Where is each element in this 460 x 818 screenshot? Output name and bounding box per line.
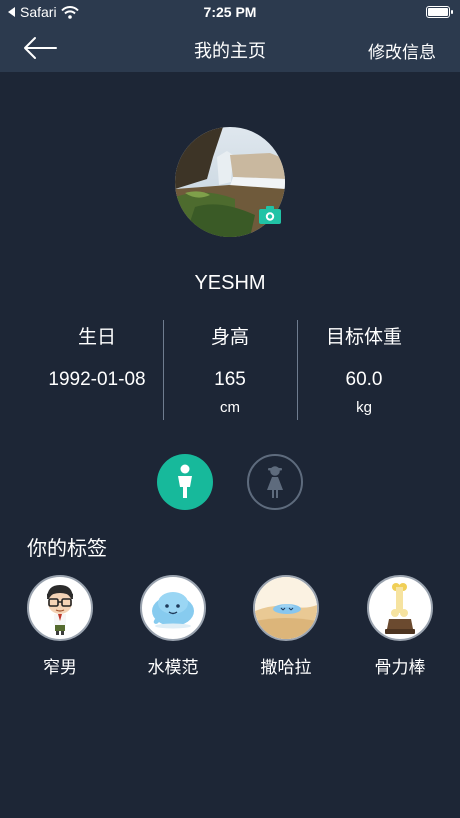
stat-label: 目标体重 (325, 327, 402, 348)
stat-value: 1992-01-08 (48, 369, 146, 390)
nav-bar: 我的主页 修改信息 (0, 24, 460, 72)
stat-value: 60.0 (345, 369, 383, 390)
stat-unit: cm (220, 399, 240, 416)
stat-label: 身高 (210, 327, 249, 348)
camera-icon[interactable] (258, 205, 282, 225)
tag-item[interactable]: 撒哈拉 (241, 575, 331, 678)
stat-birthday: 生日 1992-01-08 (30, 320, 164, 391)
battery-icon (426, 6, 453, 18)
tag-label: 骨力棒 (374, 658, 426, 677)
stat-unit: kg (356, 399, 372, 416)
stat-label: 生日 (77, 327, 116, 348)
blue-blob-icon (140, 575, 206, 641)
status-time: 7:25 PM (203, 4, 257, 20)
bone-trophy-icon (367, 575, 433, 641)
cartoon-boy-icon (27, 575, 93, 641)
gender-male-button[interactable] (157, 454, 213, 510)
tag-label: 水模范 (147, 658, 199, 677)
stat-height: 身高 165 cm (163, 320, 297, 416)
melting-blob-desert-icon (253, 575, 319, 641)
male-icon (178, 464, 192, 498)
stat-value: 165 (214, 369, 246, 390)
tag-item[interactable]: 窄男 (15, 575, 105, 678)
tag-item[interactable]: 水模范 (128, 575, 218, 678)
tag-label: 窄男 (43, 658, 77, 677)
female-icon (267, 466, 283, 498)
tag-label: 撒哈拉 (260, 658, 312, 677)
edit-info-button[interactable]: 修改信息 (368, 38, 436, 63)
stat-target-weight: 目标体重 60.0 kg (297, 320, 431, 416)
avatar[interactable] (175, 127, 285, 237)
tag-item[interactable]: 骨力棒 (355, 575, 445, 678)
tags-section-title: 你的标签 (27, 538, 107, 560)
stats-panel: 生日 1992-01-08 身高 165 cm 目标体重 60.0 kg (30, 320, 430, 420)
gender-female-button[interactable] (247, 454, 303, 510)
username: YESHM (194, 272, 266, 294)
status-bar: Safari 7:25 PM (0, 0, 460, 24)
